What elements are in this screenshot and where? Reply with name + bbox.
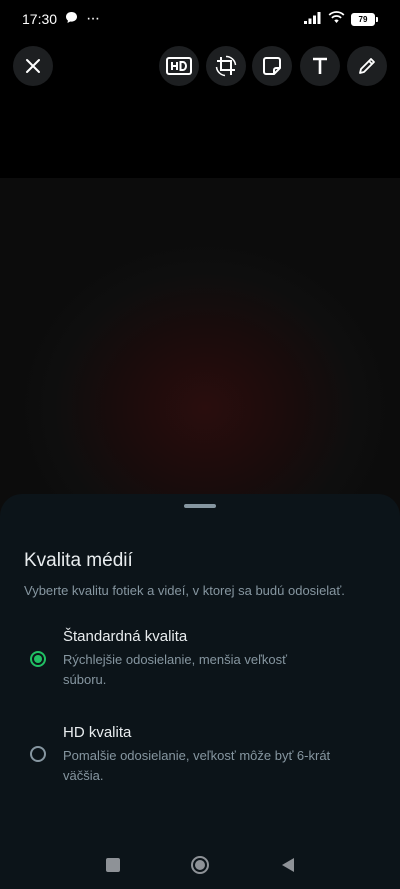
crop-rotate-icon bbox=[214, 54, 238, 78]
signal-icon bbox=[304, 11, 322, 27]
hd-quality-button[interactable] bbox=[159, 46, 199, 86]
option-standard-quality[interactable]: Štandardná kvalita Rýchlejšie odosielani… bbox=[0, 618, 400, 694]
editor-toolbar bbox=[0, 46, 400, 88]
back-triangle-icon bbox=[281, 857, 295, 878]
home-button[interactable] bbox=[188, 855, 212, 879]
sticker-button[interactable] bbox=[252, 46, 292, 86]
text-button[interactable] bbox=[300, 46, 340, 86]
status-left: 17:30 ··· bbox=[22, 10, 100, 28]
drag-handle[interactable] bbox=[184, 504, 216, 508]
sheet-subtitle: Vyberte kvalitu fotiek a videí, v ktorej… bbox=[24, 583, 345, 598]
close-icon bbox=[25, 58, 41, 74]
battery-icon: 79 bbox=[351, 12, 378, 26]
text-icon bbox=[311, 57, 329, 75]
battery-level: 79 bbox=[351, 12, 375, 26]
status-bar: 17:30 ··· 79 bbox=[0, 0, 400, 38]
wifi-icon bbox=[328, 11, 345, 27]
home-circle-icon bbox=[190, 855, 210, 880]
back-button[interactable] bbox=[276, 855, 300, 879]
status-time: 17:30 bbox=[22, 11, 58, 27]
battery-tip bbox=[376, 16, 378, 22]
draw-button[interactable] bbox=[347, 46, 387, 86]
chat-bubble-icon bbox=[65, 11, 78, 27]
option-label: HD kvalita bbox=[63, 724, 132, 741]
media-quality-sheet: Kvalita médií Vyberte kvalitu fotiek a v… bbox=[0, 494, 400, 889]
hd-icon bbox=[166, 57, 192, 75]
radio-standard-quality[interactable] bbox=[30, 651, 46, 667]
sheet-title: Kvalita médií bbox=[24, 550, 133, 571]
option-description: Rýchlejšie odosielanie, menšia veľkosť s… bbox=[63, 652, 287, 687]
system-nav-bar bbox=[0, 845, 400, 889]
option-hd-quality[interactable]: HD kvalita Pomalšie odosielanie, veľkosť… bbox=[0, 716, 400, 792]
pencil-icon bbox=[357, 56, 377, 76]
screen: 17:30 ··· 79 Kvalita médií Vyberte kvali… bbox=[0, 0, 400, 889]
close-button[interactable] bbox=[13, 46, 53, 86]
crop-rotate-button[interactable] bbox=[206, 46, 246, 86]
option-description: Pomalšie odosielanie, veľkosť môže byť 6… bbox=[63, 748, 331, 783]
status-right: 79 bbox=[304, 11, 378, 27]
sticker-icon bbox=[262, 56, 282, 76]
radio-hd-quality[interactable] bbox=[30, 746, 46, 762]
more-notifications-dots: ··· bbox=[86, 10, 100, 27]
recents-square-icon bbox=[106, 857, 120, 877]
recents-button[interactable] bbox=[101, 855, 125, 879]
media-preview bbox=[0, 178, 400, 538]
option-label: Štandardná kvalita bbox=[63, 628, 188, 645]
